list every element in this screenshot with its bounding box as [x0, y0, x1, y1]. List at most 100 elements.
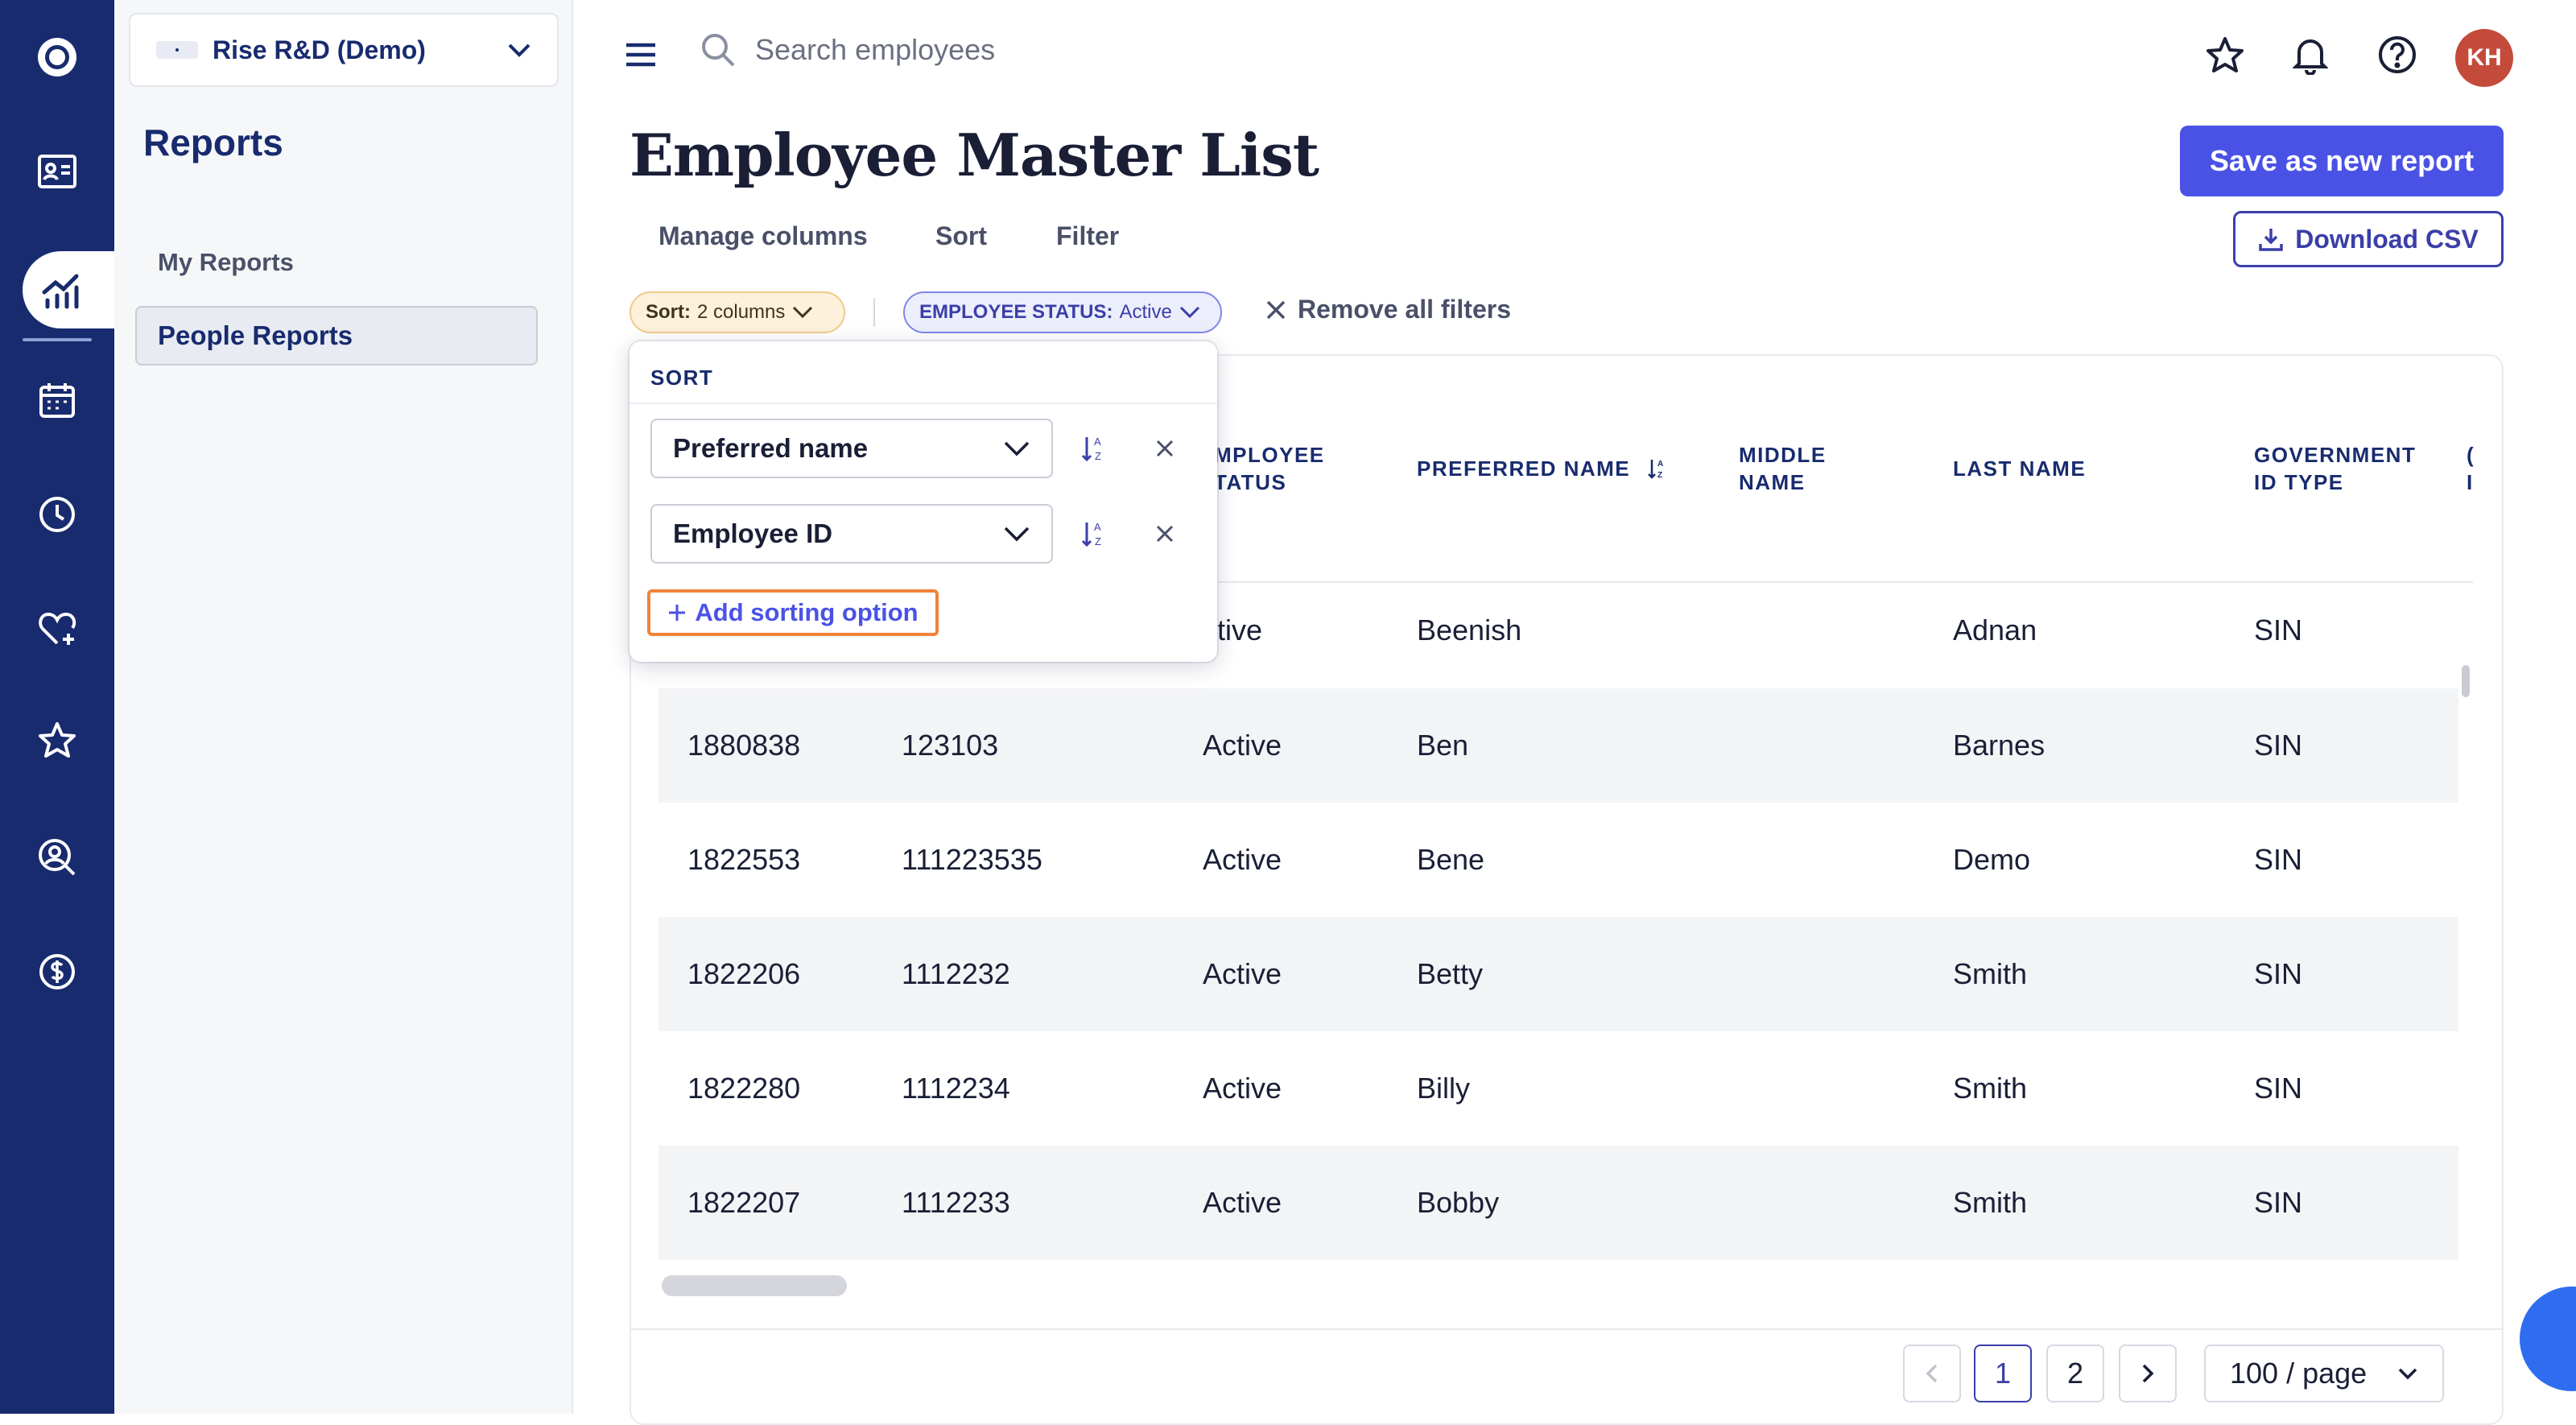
org-switcher[interactable]: Rise R&D (Demo) [129, 13, 559, 87]
column-header-middle-name[interactable]: MIDDLE NAME [1739, 441, 1827, 496]
page-size-label: 100 / page [2230, 1357, 2368, 1390]
reports-chart-icon[interactable] [32, 262, 89, 319]
chip-divider [873, 298, 875, 327]
column-header-preferred-name[interactable]: PREFERRED NAME AZ [1417, 455, 1667, 482]
tab-sort[interactable]: Sort [935, 221, 987, 251]
cell-status: Active [1203, 1072, 1282, 1105]
table-row[interactable]: 1822206 1112232 Active Betty Smith SIN [658, 917, 2458, 1031]
download-csv-button[interactable]: Download CSV [2233, 211, 2504, 267]
chevron-down-icon [793, 306, 813, 319]
sort-field-select-1[interactable]: Preferred name [650, 419, 1053, 478]
sidebar-item-people-reports[interactable]: People Reports [135, 306, 538, 366]
table-row[interactable]: 1880838 123103 Active Ben Barnes SIN [658, 688, 2458, 803]
sort-chip-value: 2 columns [697, 301, 786, 323]
person-search-icon[interactable] [29, 829, 85, 886]
sort-field-select-2[interactable]: Employee ID [650, 504, 1053, 564]
cell-government-id-type: SIN [2254, 613, 2303, 646]
next-page-button[interactable] [2119, 1344, 2177, 1402]
calendar-icon[interactable] [29, 372, 85, 428]
org-name: Rise R&D (Demo) [213, 35, 426, 64]
chevron-down-icon [2398, 1368, 2417, 1380]
header-line: NAME [1739, 470, 1806, 494]
dollar-icon[interactable] [29, 944, 85, 1000]
org-flag-icon [156, 41, 198, 59]
add-sorting-option-button[interactable]: Add sorting option [647, 589, 939, 636]
hamburger-menu-icon[interactable] [625, 40, 657, 69]
remove-sort-close-icon[interactable] [1145, 428, 1185, 469]
cell-last-name: Barnes [1953, 729, 2046, 762]
help-icon[interactable] [2372, 29, 2423, 81]
chevron-right-icon [2142, 1364, 2154, 1383]
favorites-star-icon[interactable] [2199, 29, 2251, 81]
header-line: TATUS [1214, 470, 1287, 494]
sort-chip[interactable]: Sort: 2 columns [630, 291, 845, 333]
cell-preferred-name: Ben [1417, 729, 1469, 762]
sidebar-item-my-reports[interactable]: My Reports [129, 227, 523, 298]
heart-plus-icon[interactable] [29, 601, 85, 657]
svg-text:A: A [1094, 521, 1101, 533]
cell-last-name: Smith [1953, 957, 2028, 990]
cell-preferred-name: Beenish [1417, 613, 1522, 646]
column-header-employee-status[interactable]: MPLOYEE TATUS [1214, 441, 1325, 496]
status-chip-key: EMPLOYEE STATUS: [919, 301, 1113, 323]
status-chip-value: Active [1119, 301, 1172, 323]
app-rail [0, 0, 143, 1414]
column-header-government-id-type[interactable]: GOVERNMENT ID TYPE [2254, 441, 2416, 496]
user-avatar[interactable]: KH [2455, 29, 2513, 87]
page-size-select[interactable]: 100 / page [2204, 1344, 2444, 1402]
download-icon [2259, 229, 2283, 251]
search-input[interactable]: Search employees [755, 33, 995, 67]
tab-filter[interactable]: Filter [1056, 221, 1119, 251]
chevron-down-icon [508, 43, 530, 57]
sort-direction-az-icon[interactable]: AZ [1074, 514, 1114, 554]
svg-text:A: A [1657, 460, 1665, 469]
plus-icon [669, 605, 686, 621]
rail-divider [23, 338, 92, 341]
popover-divider [630, 403, 1217, 404]
prev-page-button[interactable] [1903, 1344, 1961, 1402]
cell-id: 1822553 [687, 843, 801, 876]
page-1-button[interactable]: 1 [1974, 1344, 2032, 1402]
table-row[interactable]: 1822207 1112233 Active Bobby Smith SIN [658, 1146, 2458, 1260]
cell-government-id-type: SIN [2254, 729, 2303, 762]
clock-icon[interactable] [29, 486, 85, 543]
search-icon [702, 34, 735, 67]
table-row[interactable]: 1822553 111223535 Active Bene Demo SIN [658, 803, 2458, 917]
tab-manage-columns[interactable]: Manage columns [658, 221, 868, 251]
employee-status-filter-chip[interactable]: EMPLOYEE STATUS: Active [903, 291, 1222, 333]
cell-preferred-name: Bene [1417, 843, 1485, 876]
chevron-left-icon [1926, 1364, 1938, 1383]
people-card-icon[interactable] [29, 143, 85, 200]
bell-icon[interactable] [2285, 29, 2336, 81]
remove-all-filters-button[interactable]: Remove all filters [1265, 295, 1511, 324]
header-line: GOVERNMENT [2254, 443, 2417, 467]
page-2-button[interactable]: 2 [2046, 1344, 2104, 1402]
vertical-scrollbar[interactable] [2462, 665, 2470, 697]
cell-employee-id: 111223535 [902, 843, 1042, 876]
svg-text:A: A [1094, 436, 1101, 448]
save-as-new-report-button[interactable]: Save as new report [2180, 126, 2504, 196]
cell-employee-id: 1112233 [902, 1186, 1010, 1219]
employee-search[interactable]: Search employees [700, 32, 995, 68]
cell-status: Active [1203, 843, 1282, 876]
cell-preferred-name: Billy [1417, 1072, 1471, 1105]
cell-preferred-name: Bobby [1417, 1186, 1500, 1219]
sort-az-icon: AZ [1648, 460, 1665, 480]
sort-direction-az-icon[interactable]: AZ [1074, 428, 1114, 469]
logo-icon[interactable] [29, 29, 85, 85]
cell-last-name: Demo [1953, 843, 2031, 876]
chat-launcher-button[interactable] [2520, 1287, 2576, 1391]
star-icon[interactable] [29, 712, 85, 768]
cell-id: 1822280 [687, 1072, 801, 1105]
cell-last-name: Adnan [1953, 613, 2037, 646]
header-line: MPLOYEE [1214, 443, 1325, 467]
cell-status: Active [1203, 1186, 1282, 1219]
column-header-last-name[interactable]: LAST NAME [1953, 455, 2086, 482]
cell-status: Active [1203, 957, 1282, 990]
cell-employee-id: 1112232 [902, 957, 1010, 990]
column-header-truncated[interactable]: ( I [2467, 441, 2475, 496]
cell-last-name: Smith [1953, 1072, 2028, 1105]
table-row[interactable]: 1822280 1112234 Active Billy Smith SIN [658, 1031, 2458, 1146]
horizontal-scrollbar[interactable] [662, 1275, 847, 1296]
remove-sort-close-icon[interactable] [1145, 514, 1185, 554]
